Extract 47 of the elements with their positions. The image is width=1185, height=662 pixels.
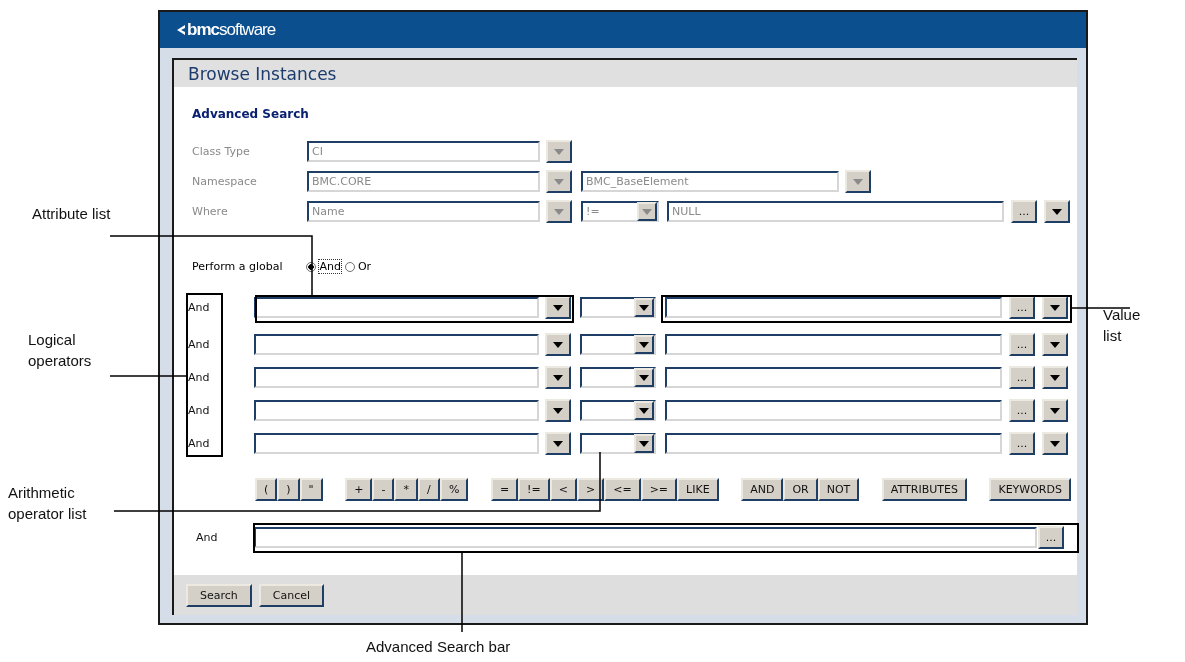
page-title: Browse Instances: [174, 60, 1077, 87]
operator-button[interactable]: ": [299, 478, 323, 501]
action-button[interactable]: Cancel: [258, 583, 325, 607]
operator-button[interactable]: =: [490, 478, 519, 501]
callout-label: Attribute list: [32, 204, 112, 224]
browse-button[interactable]: ...: [1009, 399, 1035, 422]
logic-label: And: [188, 338, 211, 351]
logic-label: And: [188, 301, 211, 314]
operator-button[interactable]: NOT: [817, 478, 860, 501]
browse-button[interactable]: ...: [1009, 432, 1035, 455]
operator-button[interactable]: %: [439, 478, 469, 501]
field-label: Namespace: [192, 175, 258, 188]
operator-button[interactable]: LIKE: [677, 478, 719, 501]
field-label: Class Type: [192, 145, 251, 158]
radio-label[interactable]: Or: [357, 260, 372, 273]
radio-label[interactable]: And: [319, 260, 341, 273]
field-label: Where: [192, 205, 229, 218]
callout-label: Arithmetic operator list: [8, 483, 88, 524]
logic-label: And: [188, 404, 211, 417]
operator-button[interactable]: +: [345, 478, 373, 501]
operator-button[interactable]: (: [255, 478, 278, 501]
operator-button[interactable]: *: [394, 478, 418, 501]
operator-button[interactable]: ): [277, 478, 300, 501]
operator-button[interactable]: -: [372, 478, 395, 501]
browse-button[interactable]: ...: [1009, 366, 1035, 389]
callout-label: Logical operators: [28, 330, 93, 371]
logo-text: bmcsoftware: [187, 20, 276, 40]
operator-button[interactable]: !=: [518, 478, 550, 501]
callout-label: Value list: [1103, 305, 1142, 346]
logic-label: And: [188, 437, 211, 450]
logic-label: And: [188, 371, 211, 384]
operator-button[interactable]: AND: [741, 478, 784, 501]
operator-button[interactable]: ATTRIBUTES: [881, 478, 967, 501]
action-button[interactable]: Search: [186, 583, 252, 607]
operator-button[interactable]: OR: [783, 478, 818, 501]
browse-button[interactable]: ...: [1038, 526, 1064, 549]
browse-button[interactable]: ...: [1009, 333, 1035, 356]
section-heading: Advanced Search: [192, 107, 310, 121]
logic-label: And: [196, 531, 219, 544]
global-label: Perform a global: [192, 260, 283, 273]
operator-button[interactable]: <=: [604, 478, 641, 501]
operator-button[interactable]: <: [549, 478, 577, 501]
operator-button[interactable]: >=: [640, 478, 678, 501]
operator-button[interactable]: KEYWORDS: [989, 478, 1071, 501]
operator-button[interactable]: /: [417, 478, 440, 501]
browse-button[interactable]: ...: [1009, 296, 1035, 319]
callout-label: Advanced Search bar: [366, 637, 512, 657]
